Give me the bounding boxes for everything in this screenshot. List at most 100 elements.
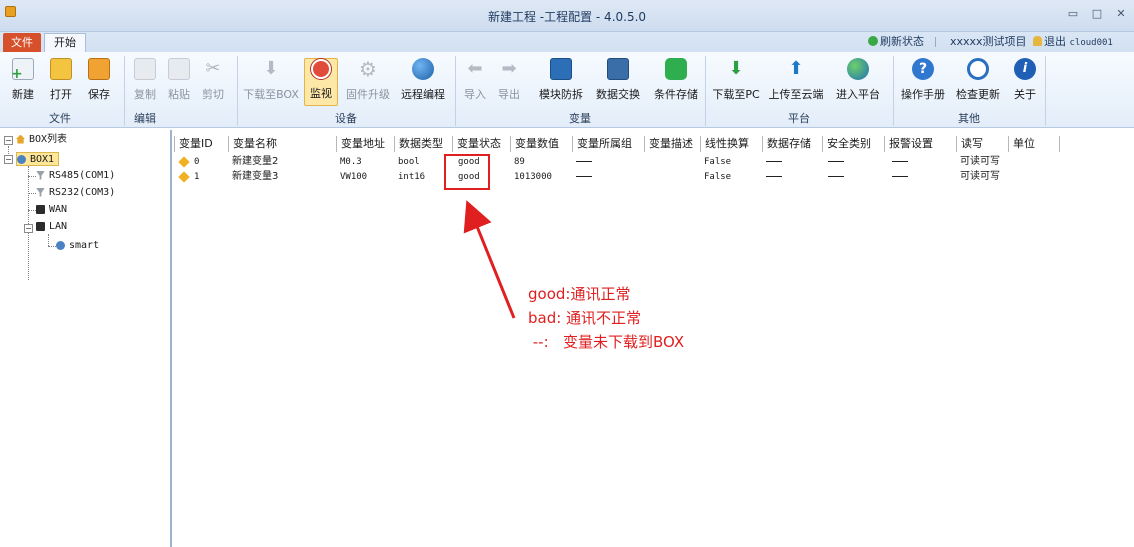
download-to-pc-button[interactable]: ⬇ 下载至PC [708,58,764,106]
cell-security [824,155,844,169]
collapse-lan-toggle[interactable]: − [24,224,33,233]
table-row[interactable]: 1 新建变量3 VW100 int16 good 1013000 False 可… [174,170,1134,184]
tree-item-lan-label: LAN [49,221,68,232]
tree-item-smart[interactable]: smart [56,239,99,253]
tree-item-box1[interactable]: BOX1 [16,152,60,166]
export-arrow-icon: ➡ [501,58,517,79]
close-button[interactable]: ✕ [1112,6,1130,22]
cell-linear: False [704,157,732,167]
column-header-name[interactable]: 变量名称 [228,136,336,152]
tree-item-rs485-label: RS485(COM1) [49,170,116,181]
column-header-description[interactable]: 变量描述 [644,136,700,152]
column-header-security[interactable]: 安全类别 [822,136,884,152]
cell-rw: 可读可写 [960,171,1000,182]
project-name[interactable]: xxxxx测试项目 [950,35,1027,49]
logout-button[interactable]: 退出 cloud001 [1033,35,1113,49]
monitor-label: 监视 [310,87,332,100]
group-label-device: 设备 [335,112,357,125]
data-exchange-button[interactable]: 数据交换 [590,58,646,106]
cell-linear: False [704,172,732,182]
column-header-group[interactable]: 变量所属组 [572,136,644,152]
tree-item-wan-label: WAN [49,204,68,215]
save-button[interactable]: 保存 [84,58,114,106]
table-row[interactable]: 0 新建变量2 M0.3 bool good 89 False 可读可写 [174,155,1134,169]
column-header-rw[interactable]: 读写 [956,136,1008,152]
column-header-unit[interactable]: 单位 [1008,136,1060,152]
collapse-root-toggle[interactable]: − [4,136,13,145]
download-to-pc-label: 下载至PC [712,88,760,101]
manual-button[interactable]: ? 操作手册 [898,58,948,106]
conditional-storage-label: 条件存储 [654,88,698,101]
cell-id: 0 [194,157,200,167]
tree-item-box1-label: BOX1 [30,154,55,165]
column-header-alarm[interactable]: 报警设置 [884,136,956,152]
download-to-box-button[interactable]: ⬇ 下载至BOX [242,58,300,106]
maximize-button[interactable]: □ [1088,6,1106,22]
tree-item-rs485[interactable]: RS485(COM1) [36,169,115,183]
group-label-edit: 编辑 [134,112,156,125]
open-button[interactable]: 打开 [46,58,76,106]
enter-platform-button[interactable]: 进入平台 [830,58,886,106]
upload-to-cloud-button[interactable]: ⬆ 上传至云端 [766,58,826,106]
check-update-button[interactable]: 检查更新 [952,58,1004,106]
group-label-other: 其他 [958,112,980,125]
check-update-label: 检查更新 [956,88,1000,101]
group-separator [124,56,125,126]
tree-root[interactable]: BOX列表 [16,133,67,147]
copy-icon [134,58,156,80]
tree-item-rs232[interactable]: RS232(COM3) [36,186,115,200]
column-header-status[interactable]: 变量状态 [452,136,510,152]
minimize-button[interactable]: ▭ [1064,6,1082,22]
exchange-icon [607,58,629,80]
plc-device-icon [56,240,65,250]
remote-program-label: 远程编程 [401,88,445,101]
variable-icon [178,156,190,168]
import-label: 导入 [464,88,486,101]
separator [1023,37,1024,47]
about-button[interactable]: i 关于 [1008,58,1042,106]
column-header-linear[interactable]: 线性换算 [700,136,762,152]
conditional-storage-button[interactable]: 条件存储 [648,58,704,106]
copy-button[interactable]: 复制 [130,58,160,106]
column-header-id[interactable]: 变量ID [174,136,228,152]
tree-line [28,166,29,280]
group-label-platform: 平台 [788,112,810,125]
monitor-button[interactable]: 监视 [304,58,338,106]
refresh-status-button[interactable]: 刷新状态 [868,35,924,49]
column-header-value[interactable]: 变量数值 [510,136,572,152]
tree-line [28,210,36,211]
group-label-file: 文件 [49,112,71,125]
import-button[interactable]: ⬅ 导入 [460,58,490,106]
column-header-type[interactable]: 数据类型 [394,136,452,152]
cell-type: bool [398,157,420,167]
logout-label: 退出 [1044,35,1066,48]
firmware-upgrade-button[interactable]: ⚙ 固件升级 [342,58,394,106]
manual-label: 操作手册 [901,88,945,101]
column-header-address[interactable]: 变量地址 [336,136,394,152]
tab-start[interactable]: 开始 [44,33,86,52]
cell-storage [762,155,782,169]
gear-icon: ⚙ [359,57,377,81]
export-button[interactable]: ➡ 导出 [494,58,524,106]
tree-item-smart-label: smart [69,240,100,251]
cut-button[interactable]: ✂ 剪切 [198,58,228,106]
separator [935,37,936,47]
download-to-box-label: 下载至BOX [243,88,299,101]
cell-storage [762,170,782,184]
new-button[interactable]: + 新建 [8,58,38,106]
cell-value: 89 [514,157,525,167]
tab-file[interactable]: 文件 [3,33,41,52]
collapse-box-toggle[interactable]: − [4,155,13,164]
module-anti-tamper-button[interactable]: 模块防拆 [534,58,588,106]
tree-item-wan[interactable]: WAN [36,203,67,217]
cell-value: 1013000 [514,172,552,182]
tree-item-lan[interactable]: LAN [36,220,67,234]
column-header-storage[interactable]: 数据存储 [762,136,822,152]
open-label: 打开 [50,88,72,101]
copy-label: 复制 [134,88,156,101]
about-label: 关于 [1014,88,1036,101]
paste-button[interactable]: 粘贴 [164,58,194,106]
remote-program-button[interactable]: 远程编程 [398,58,448,106]
network-port-icon [36,221,45,231]
box-device-icon [17,154,26,164]
